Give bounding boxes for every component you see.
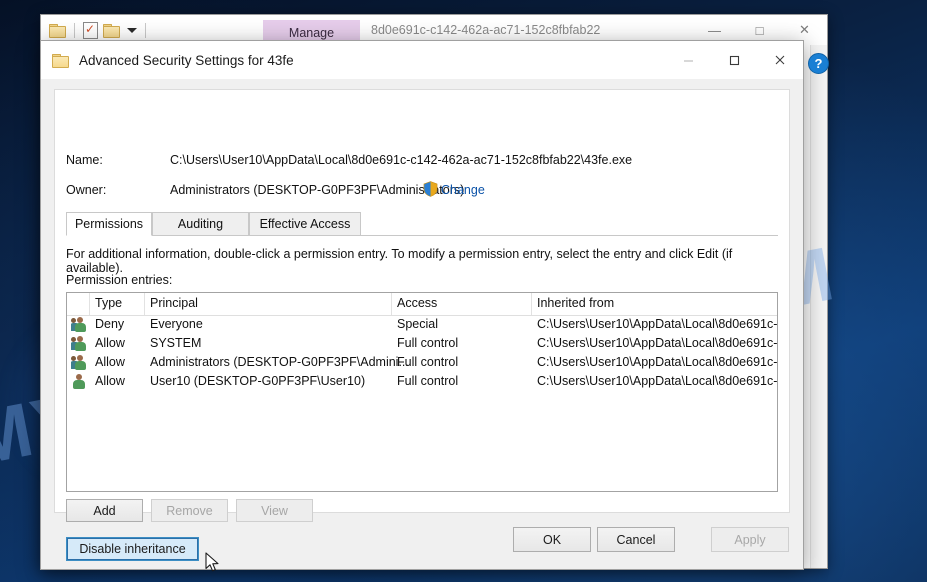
header-divider[interactable] [144, 293, 145, 315]
folder-icon[interactable] [49, 23, 66, 38]
tab-auditing-label: Auditing [177, 217, 224, 231]
tab-strip: Permissions Auditing Effective Access [66, 212, 778, 236]
dialog-panel: Name: C:\Users\User10\AppData\Local\8d0e… [54, 89, 790, 572]
table-row[interactable]: Allow SYSTEM Full control C:\Users\User1… [67, 335, 777, 354]
row-type: Allow [95, 336, 125, 350]
row-inherited-from: C:\Users\User10\AppData\Local\8d0e691c-c… [537, 374, 778, 388]
ribbon-tab-manage-label: Manage [288, 25, 335, 40]
row-inherited-from: C:\Users\User10\AppData\Local\8d0e691c-c… [537, 355, 778, 369]
change-owner-link[interactable]: Change [441, 183, 485, 197]
help-icon: ? [814, 56, 823, 71]
row-inherited-from: C:\Users\User10\AppData\Local\8d0e691c-c… [537, 336, 778, 350]
header-divider[interactable] [89, 293, 90, 315]
uac-shield-icon [423, 181, 438, 202]
tab-permissions-label: Permissions [74, 217, 144, 231]
row-type: Allow [95, 355, 125, 369]
ok-button-label: OK [542, 532, 562, 547]
dialog-titlebar: Advanced Security Settings for 43fe ? [41, 41, 829, 79]
folder-icon[interactable] [103, 23, 120, 38]
info-text: For additional information, double-click… [66, 247, 733, 275]
dialog-content: Name: C:\Users\User10\AppData\Local\8d0e… [41, 79, 803, 572]
row-access: Full control [397, 355, 459, 369]
dialog-minimize-button[interactable] [665, 41, 711, 79]
header-divider[interactable] [531, 293, 532, 315]
properties-icon[interactable] [83, 21, 98, 39]
dialog-close-button[interactable] [757, 41, 803, 79]
column-header-access[interactable]: Access [397, 296, 527, 310]
row-access: Full control [397, 336, 459, 350]
help-button[interactable]: ? [808, 53, 829, 74]
table-row[interactable]: Allow User10 (DESKTOP-G0PF3PF\User10) Fu… [67, 373, 777, 392]
toolbar-separator [74, 22, 75, 38]
cancel-button[interactable]: Cancel [597, 527, 675, 552]
ok-button[interactable]: OK [513, 527, 591, 552]
name-label: Name: [66, 153, 103, 167]
tab-effective-access-label: Effective Access [259, 217, 351, 231]
row-access: Special [397, 317, 438, 331]
row-inherited-from: C:\Users\User10\AppData\Local\8d0e691c-c… [537, 317, 778, 331]
apply-button-label: Apply [734, 532, 766, 547]
user-icon [71, 374, 87, 389]
permission-entries-label: Permission entries: [66, 273, 173, 287]
dialog-title: Advanced Security Settings for 43fe [79, 52, 294, 68]
dialog-footer: OK Cancel Apply [41, 513, 803, 569]
toolbar-separator [145, 22, 146, 38]
explorer-scrollbar[interactable] [810, 45, 827, 568]
group-icon [71, 317, 87, 332]
owner-label: Owner: [66, 183, 107, 197]
name-value: C:\Users\User10\AppData\Local\8d0e691c-c… [170, 153, 633, 167]
tab-auditing[interactable]: Auditing [152, 212, 249, 236]
folder-icon [52, 53, 69, 68]
group-icon [71, 355, 87, 370]
row-access: Full control [397, 374, 459, 388]
permission-entries-list[interactable]: Type Principal Access Inherited from Den… [66, 292, 778, 492]
chevron-down-icon[interactable] [127, 27, 137, 33]
column-header-type[interactable]: Type [95, 296, 122, 310]
tab-effective-access[interactable]: Effective Access [249, 212, 361, 236]
apply-button: Apply [711, 527, 789, 552]
group-icon [71, 336, 87, 351]
table-row[interactable]: Allow Administrators (DESKTOP-G0PF3PF\Ad… [67, 354, 777, 373]
row-type: Deny [95, 317, 125, 331]
header-divider[interactable] [391, 293, 392, 315]
column-header-inherited-from[interactable]: Inherited from [537, 296, 777, 310]
dialog-window-controls[interactable] [665, 41, 803, 79]
advanced-security-settings-dialog[interactable]: Advanced Security Settings for 43fe ? Na… [40, 40, 829, 572]
owner-value: Administrators (DESKTOP-G0PF3PF\Administ… [170, 183, 465, 197]
dialog-maximize-button[interactable] [711, 41, 757, 79]
row-type: Allow [95, 374, 125, 388]
cancel-button-label: Cancel [616, 532, 656, 547]
list-header: Type Principal Access Inherited from [67, 293, 777, 316]
mouse-cursor [205, 552, 222, 580]
tab-permissions[interactable]: Permissions [66, 212, 152, 236]
table-row[interactable]: Deny Everyone Special C:\Users\User10\Ap… [67, 316, 777, 335]
